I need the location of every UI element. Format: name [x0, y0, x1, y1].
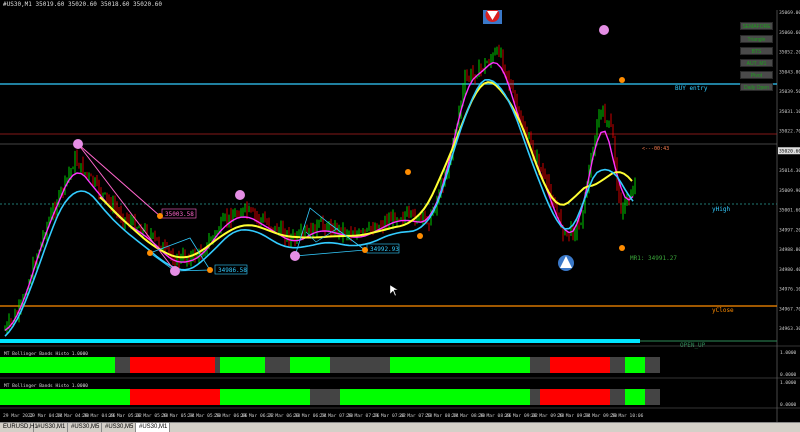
pattern-line [77, 143, 161, 217]
histogram-bar [625, 389, 645, 405]
price-tick: 34967.70 [779, 306, 800, 312]
price-axis: 35069.00 35060.60 35052.20 35043.80 35039.50… [778, 10, 800, 332]
yhigh-label: yHigh [712, 206, 730, 213]
subwindow-axis-bottom-2: 0.0000 [780, 402, 797, 408]
subwindow-axis-top-1: 1.0000 [780, 350, 797, 356]
histogram-bar [220, 357, 265, 373]
semafore-dot [73, 139, 83, 149]
histogram-bar [360, 357, 390, 373]
price-tick: 35039.50 [779, 89, 800, 95]
histogram-bar [390, 357, 530, 373]
triangle-button[interactable]: Triangle [740, 35, 773, 43]
buy-signal-icon [558, 255, 574, 271]
histogram-bar [625, 357, 645, 373]
price-tick: 35060.60 [779, 30, 800, 36]
price-tick: 35009.90 [779, 188, 800, 194]
histogram-bar [215, 357, 220, 373]
histogram-bar [330, 357, 360, 373]
semafore-dot [599, 25, 609, 35]
histogram-bar [270, 389, 310, 405]
price-tick: 35031.10 [779, 109, 800, 115]
bollinger-histogram-2 [0, 389, 660, 405]
price-tick: 35069.00 [779, 10, 800, 16]
subwindow-title-2: MT Bollinger Bands Histo 1.0000 [4, 383, 88, 389]
bts-button[interactable]: BTS [740, 47, 773, 55]
semafore-dot-small [405, 169, 411, 175]
semafore-dot [290, 251, 300, 261]
candle-timer: <---00:43 [642, 146, 669, 152]
histogram-bar [530, 389, 540, 405]
histogram-bar [645, 389, 660, 405]
semafore-dot-small [207, 267, 213, 273]
level-label-a: 35003.58 [165, 211, 194, 218]
daily-open-button[interactable]: Daily Open [740, 83, 773, 91]
histogram-bar [220, 389, 270, 405]
price-tick: 34988.80 [779, 247, 800, 253]
pattern-annotations: 35003.58 34986.58 34992.93 [73, 6, 625, 297]
semafore-dot-small [619, 245, 625, 251]
histogram-bar [130, 389, 220, 405]
ma-slow-line [4, 78, 634, 337]
sell-signal-icon [483, 6, 502, 24]
chart-title: #US30,M1 35019.60 35020.60 35018.60 3502… [3, 1, 162, 8]
level-label-c: 34992.93 [370, 246, 399, 253]
pattern-line [77, 143, 176, 272]
price-tick: 34976.10 [779, 287, 800, 293]
ma-mid-line [99, 81, 633, 259]
semafore-dot-small [619, 77, 625, 83]
histogram-bar [340, 389, 530, 405]
semafore-button[interactable]: SEMAFORE [740, 22, 773, 30]
candles [4, 44, 636, 334]
histogram-bar [530, 357, 550, 373]
histogram-bar [310, 389, 340, 405]
price-tick: 34963.30 [779, 326, 800, 332]
histogram-bar [0, 389, 130, 405]
chart-area[interactable]: BUY entry yHigh yClose OPEN_UP <---00:43… [0, 6, 800, 422]
price-tick: 35043.80 [779, 69, 800, 75]
price-tick: 34997.20 [779, 227, 800, 233]
semafore-dot-small [147, 250, 153, 256]
chart-title-bar: #US30,M1 35019.60 35020.60 35018.60 3502… [0, 0, 800, 10]
histogram-bar [610, 357, 625, 373]
semafore-dot-small [362, 247, 368, 253]
aut-m1-button[interactable]: AUT_M1 [740, 59, 773, 67]
mouse-cursor-icon [389, 284, 399, 297]
histogram-bar [115, 357, 130, 373]
semafore-dot-small [417, 233, 423, 239]
price-tick: 34980.40 [779, 267, 800, 273]
time-tick: 29 Mar 10:06 [610, 413, 643, 419]
subwindow-axis-top-2: 1.0000 [780, 380, 797, 386]
subwindow-title-1: MT Bollinger Bands Histo 1.0000 [4, 351, 88, 357]
subwindow-axis-bottom-1: 0.0000 [780, 372, 797, 378]
time-axis: 29 Mar 202229 Mar 04:1429 Mar 04:3029 Ma… [3, 413, 644, 419]
semafore-dot-small [157, 213, 163, 219]
histogram-bar [540, 389, 610, 405]
yclose-label: yClose [712, 307, 734, 314]
bollinger-histogram-1 [0, 357, 660, 373]
histogram-bar [130, 357, 215, 373]
mr-label: MR1: 34991.27 [630, 255, 677, 262]
open-up-label: OPEN_UP [680, 342, 706, 349]
price-tick: 35022.70 [779, 129, 800, 135]
price-tick: 35052.20 [779, 50, 800, 56]
histogram-bar [610, 389, 625, 405]
histogram-bar [645, 357, 660, 373]
histogram-bar [550, 357, 610, 373]
pivot-button[interactable]: Pivot [740, 71, 773, 79]
price-tick: 35001.60 [779, 208, 800, 214]
histogram-bar [290, 357, 330, 373]
level-label-b: 34986.58 [218, 267, 247, 274]
buy-entry-label: BUY entry [675, 85, 708, 92]
histogram-bar [265, 357, 290, 373]
histogram-bar [0, 357, 115, 373]
price-tick: 35014.30 [779, 168, 800, 174]
semafore-dot [170, 266, 180, 276]
price-tick: 35020.60 [779, 148, 800, 154]
price-chart[interactable]: BUY entry yHigh yClose OPEN_UP <---00:43… [0, 6, 800, 422]
semafore-dot [235, 190, 245, 200]
